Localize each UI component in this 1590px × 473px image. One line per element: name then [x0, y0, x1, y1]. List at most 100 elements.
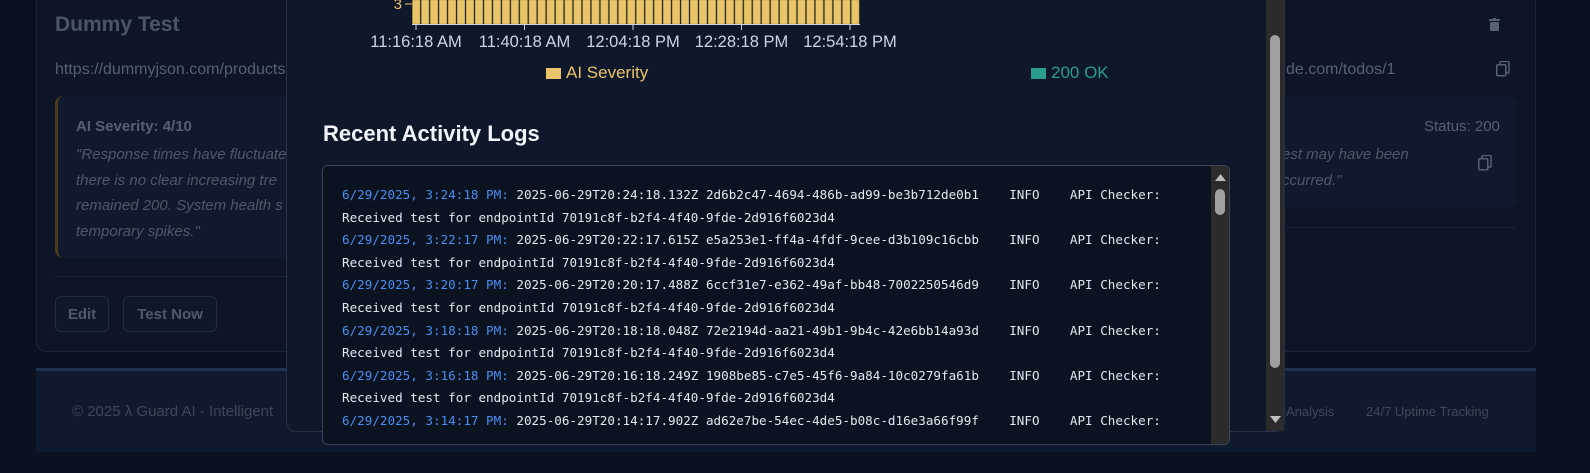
chart-bar [707, 0, 716, 25]
chart-bar [618, 0, 627, 25]
x-tick-label: 11:40:18 AM [479, 33, 570, 51]
log-details: 2025-06-29T20:24:18.132Z 2d6b2c47-4694-4… [508, 187, 1161, 202]
chart-bar [743, 0, 752, 25]
chart-bar [465, 0, 475, 25]
status-label: Status: 200 [1424, 118, 1500, 135]
chart-bar [806, 0, 815, 25]
endpoint-url: https://dummyjson.com/products [55, 61, 286, 78]
chart-bar [582, 0, 591, 25]
edit-button[interactable]: Edit [55, 296, 109, 332]
log-timestamp: 6/29/2025, 3:18:18 PM: [342, 322, 509, 338]
chart-bar [474, 0, 483, 25]
x-tick-label: 12:54:18 PM [803, 33, 897, 51]
trash-icon[interactable] [1489, 18, 1500, 31]
log-message: Received test for endpointId 70191c8f-b2… [342, 254, 835, 270]
chart-bar [636, 0, 645, 25]
chart-bar [537, 0, 546, 25]
legend-label-ai-severity: AI Severity [566, 63, 649, 82]
chart-bar [421, 0, 430, 25]
divider [1286, 227, 1516, 228]
activity-log-panel[interactable]: 6/29/2025, 3:24:18 PM: 2025-06-29T20:24:… [322, 165, 1230, 445]
chart-bar [815, 0, 824, 25]
chart-bar [833, 0, 842, 25]
chart-bar [528, 0, 537, 25]
copy-icon[interactable] [1478, 155, 1492, 171]
y-tick-label: 3 [394, 0, 402, 13]
x-tick-label: 12:28:18 PM [695, 33, 789, 51]
chart-bar [627, 0, 636, 25]
chart-bar [457, 0, 466, 25]
log-timestamp: 6/29/2025, 3:24:18 PM: [342, 187, 509, 202]
chart-bar [680, 0, 690, 25]
log-details: 2025-06-29T20:22:17.615Z e5a253e1-ff4a-4… [508, 232, 1161, 248]
ai-analysis-quote: "Response times have fluctuate there is … [76, 146, 287, 240]
test-now-button[interactable]: Test Now [123, 296, 217, 332]
log-message: Received test for endpointId 70191c8f-b2… [342, 345, 835, 361]
footer-feature-uptime: 24/7 Uptime Tracking [1366, 404, 1489, 419]
recent-activity-logs-title: Recent Activity Logs [323, 121, 540, 146]
legend-swatch-200-ok [1031, 67, 1046, 79]
chart-bar [672, 0, 681, 25]
log-details: 2025-06-29T20:14:17.902Z ad62e7be-54ec-4… [508, 412, 1161, 428]
status-analysis-quote: est may have been ccurred." [1282, 146, 1409, 189]
log-timestamp: 6/29/2025, 3:16:18 PM: [342, 367, 509, 383]
copy-icon[interactable] [1496, 61, 1510, 77]
log-entry: 6/29/2025, 3:24:18 PM: 2025-06-29T20:24:… [342, 184, 1202, 229]
log-entry: 6/29/2025, 3:18:18 PM: 2025-06-29T20:18:… [342, 320, 1202, 365]
chart-bar [483, 0, 492, 25]
chart-bar [519, 0, 528, 25]
log-timestamp: 6/29/2025, 3:20:17 PM: [342, 277, 509, 293]
legend-ai-severity[interactable]: AI Severity [546, 63, 648, 83]
chart-bar [600, 0, 609, 25]
chart-bar [501, 0, 510, 25]
chart-bar [412, 0, 421, 25]
chart-bar [510, 0, 519, 25]
chart-bar [788, 0, 797, 25]
chart-bar [645, 0, 654, 25]
chart-bar [439, 0, 448, 25]
chart-bar [609, 0, 618, 25]
chart-bar [448, 0, 457, 25]
log-scrollbar-thumb[interactable] [1215, 189, 1225, 215]
chart-bar [573, 0, 582, 25]
chart-bar [716, 0, 725, 25]
chart-bar [779, 0, 788, 25]
x-tick-label: 11:16:18 AM [370, 33, 461, 51]
legend-200-ok[interactable]: 200 OK [1031, 63, 1109, 83]
chart-bar [654, 0, 663, 25]
chart-bar [824, 0, 833, 25]
modal-scrollbar-thumb[interactable] [1270, 35, 1280, 368]
log-timestamp: 6/29/2025, 3:22:17 PM: [342, 232, 509, 248]
log-entry: 6/29/2025, 3:22:17 PM: 2025-06-29T20:22:… [342, 229, 1202, 274]
chart-bar [555, 0, 564, 25]
chart-bar [564, 0, 573, 25]
chart-bar [734, 0, 743, 25]
log-list: 6/29/2025, 3:24:18 PM: 2025-06-29T20:24:… [342, 184, 1202, 433]
endpoint-url-secondary: de.com/todos/1 [1286, 61, 1396, 78]
log-details: 2025-06-29T20:16:18.249Z 1908be85-c7e5-4… [508, 367, 1161, 383]
chart-bar [591, 0, 600, 25]
log-message: Received test for endpointId 70191c8f-b2… [342, 299, 835, 315]
footer-feature-analysis: Analysis [1286, 404, 1335, 419]
footer-copyright: © 2025 λ Guard AI - Intelligent [72, 403, 274, 420]
log-message: Received test for endpointId 70191c8f-b2… [342, 390, 835, 406]
divider [55, 276, 287, 277]
chart-bar [689, 0, 699, 25]
chart-bar [546, 0, 555, 25]
chart-bar [851, 0, 860, 25]
chart-bar [492, 0, 501, 25]
severity-chart: 3 11:16:18 AM 11:40:18 AM 12:04:18 PM 12:28:… [370, 0, 897, 51]
log-entry: 6/29/2025, 3:20:17 PM: 2025-06-29T20:20:… [342, 274, 1202, 319]
chart-bar [430, 0, 439, 25]
chart-bar [698, 0, 707, 25]
x-tick-label: 12:04:18 PM [586, 33, 680, 51]
chart-bar [663, 0, 672, 25]
log-entry: 6/29/2025, 3:14:17 PM: 2025-06-29T20:14:… [342, 410, 1202, 433]
legend-swatch-ai-severity [546, 67, 561, 79]
chart-bar [761, 0, 770, 25]
scroll-up-arrow-icon[interactable] [1215, 174, 1226, 181]
chart-bar [842, 0, 851, 25]
log-details: 2025-06-29T20:20:17.488Z 6ccf31e7-e362-4… [508, 277, 1161, 293]
scroll-down-arrow-icon[interactable] [1270, 416, 1281, 423]
ai-severity-label: AI Severity: 4/10 [76, 118, 192, 135]
